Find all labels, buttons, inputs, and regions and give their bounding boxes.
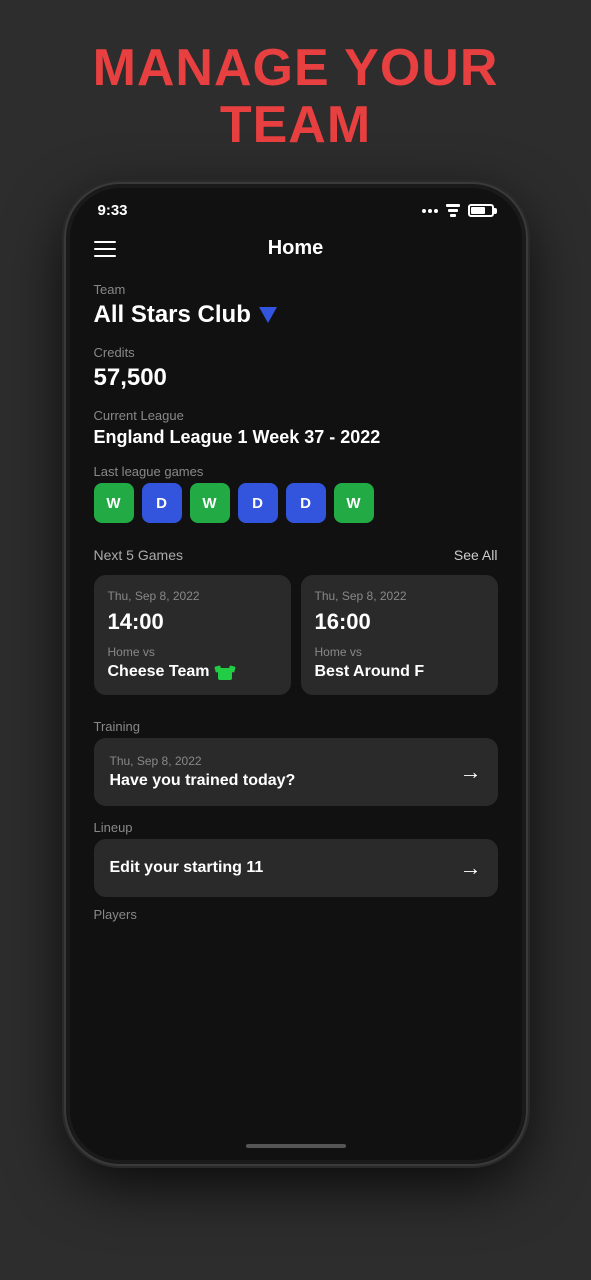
next-games-header: Next 5 Games See All (94, 547, 498, 563)
players-label: Players (94, 907, 498, 922)
status-bar: 9:33 (70, 188, 522, 227)
lineup-card-left: Edit your starting 11 (110, 859, 264, 877)
result-badge-3: W (190, 483, 230, 523)
game-2-time: 16:00 (315, 609, 484, 635)
content-area: Team All Stars Club Credits 57,500 Curre… (70, 274, 522, 1132)
game-card-2[interactable]: Thu, Sep 8, 2022 16:00 Home vs Best Arou… (301, 575, 498, 695)
credits-value: 57,500 (94, 364, 498, 392)
game-1-date: Thu, Sep 8, 2022 (108, 589, 277, 603)
lineup-card[interactable]: Edit your starting 11 → (94, 839, 498, 897)
status-time: 9:33 (98, 202, 128, 219)
result-badge-4: D (238, 483, 278, 523)
result-badge-6: W (334, 483, 374, 523)
nav-bar: Home (70, 227, 522, 274)
game-1-opponent: Cheese Team (108, 663, 210, 681)
games-row: Thu, Sep 8, 2022 14:00 Home vs Cheese Te… (94, 575, 498, 695)
team-name: All Stars Club (94, 301, 251, 329)
result-badges-row: W D W D D W (94, 483, 498, 523)
phone-frame: 9:33 (66, 184, 526, 1164)
lineup-arrow-icon: → (460, 855, 482, 881)
game-2-opponent-row: Best Around F (315, 663, 484, 681)
game-1-vs: Home vs (108, 645, 277, 659)
hamburger-menu-button[interactable] (94, 241, 116, 257)
game-1-time: 14:00 (108, 609, 277, 635)
training-arrow-icon: → (460, 759, 482, 785)
battery-icon (468, 204, 494, 217)
lineup-label: Lineup (94, 820, 498, 835)
training-card-left: Thu, Sep 8, 2022 Have you trained today? (110, 754, 296, 790)
signal-dots (422, 209, 438, 213)
training-card-date: Thu, Sep 8, 2022 (110, 754, 296, 768)
last-games-label: Last league games (94, 464, 498, 479)
game-2-opponent: Best Around F (315, 663, 425, 681)
league-name: England League 1 Week 37 - 2022 (94, 427, 498, 448)
home-indicator (70, 1132, 522, 1160)
page-title: MANAGE YOUR TEAM (93, 40, 499, 154)
home-bar (246, 1144, 346, 1148)
team-badge-icon (259, 307, 277, 323)
game-card-1[interactable]: Thu, Sep 8, 2022 14:00 Home vs Cheese Te… (94, 575, 291, 695)
result-badge-1: W (94, 483, 134, 523)
league-label: Current League (94, 408, 498, 423)
training-card-text: Have you trained today? (110, 772, 296, 790)
game-2-vs: Home vs (315, 645, 484, 659)
nav-title: Home (268, 237, 324, 260)
team-label: Team (94, 282, 498, 297)
wifi-icon (444, 204, 462, 217)
result-badge-2: D (142, 483, 182, 523)
see-all-button[interactable]: See All (454, 547, 498, 563)
next-games-label: Next 5 Games (94, 547, 183, 563)
lineup-card-text: Edit your starting 11 (110, 859, 264, 877)
phone-screen: 9:33 (70, 188, 522, 1160)
training-label: Training (94, 719, 498, 734)
game-1-opponent-row: Cheese Team (108, 663, 277, 681)
jersey-icon (215, 664, 235, 680)
game-2-date: Thu, Sep 8, 2022 (315, 589, 484, 603)
credits-label: Credits (94, 345, 498, 360)
result-badge-5: D (286, 483, 326, 523)
training-card[interactable]: Thu, Sep 8, 2022 Have you trained today?… (94, 738, 498, 806)
status-icons (422, 204, 494, 217)
team-name-row: All Stars Club (94, 301, 498, 329)
